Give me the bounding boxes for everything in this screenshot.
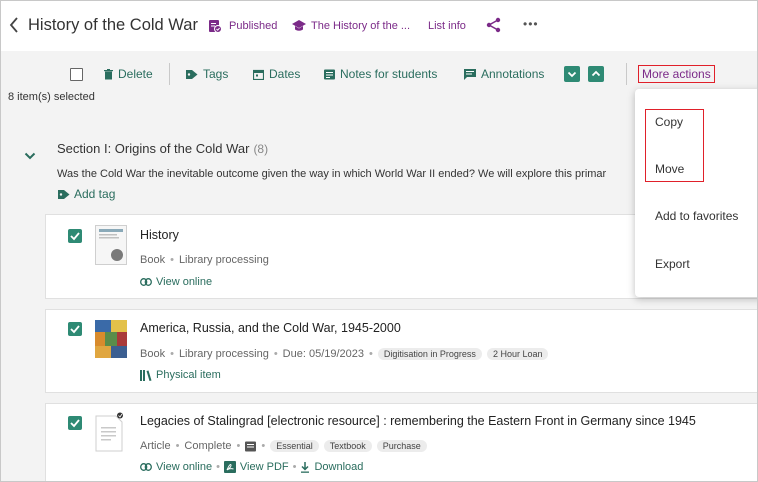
calendar-icon (253, 69, 264, 80)
tag-icon (58, 189, 70, 199)
download-label: Download (314, 461, 364, 473)
physical-item-link[interactable]: Physical item (140, 369, 221, 381)
collapse-all-button[interactable] (564, 66, 580, 82)
checkmark-icon (70, 232, 80, 241)
book-cover-thumbnail (95, 320, 127, 362)
item-checkbox[interactable] (68, 416, 82, 430)
item-meta: Book • Library processing • Due: 05/19/2023 •… (140, 348, 549, 360)
add-to-favorites-menu-item[interactable]: Add to favorites (655, 209, 738, 223)
annotations-button[interactable]: Annotations (464, 67, 544, 81)
delete-button[interactable]: Delete (104, 67, 153, 81)
status-chip: Digitisation in Progress (377, 348, 482, 360)
section-description: Was the Cold War the inevitable outcome … (57, 168, 607, 180)
physical-item-label: Physical item (156, 369, 221, 381)
expand-all-button[interactable] (588, 66, 604, 82)
graduation-cap-icon (291, 19, 307, 33)
select-all-checkbox[interactable] (70, 68, 83, 81)
annotation-icon (464, 68, 476, 80)
checkmark-icon (70, 419, 80, 428)
loan-chip: 2 Hour Loan (486, 348, 549, 360)
dates-label: Dates (269, 67, 301, 81)
trash-icon (104, 68, 113, 79)
view-online-label: View online (156, 276, 213, 288)
view-online-link[interactable]: View online (140, 276, 212, 288)
note-icon (245, 441, 257, 451)
tag-chip: Essential (270, 440, 319, 452)
view-online-link[interactable]: View online (140, 461, 212, 473)
item-meta: Book • Library processing (140, 254, 269, 266)
item-type: Article (140, 440, 171, 452)
item-status: Library processing (178, 348, 269, 360)
item-title[interactable]: Legacies of Stalingrad [electronic resou… (140, 414, 696, 428)
item-type: Book (140, 348, 166, 360)
header-bar: History of the Cold War Published The Hi… (1, 1, 757, 51)
published-status[interactable]: Published (229, 20, 277, 32)
list-item[interactable]: Legacies of Stalingrad [electronic resou… (45, 403, 757, 481)
course-link[interactable]: The History of the ... (311, 20, 410, 32)
download-icon (301, 462, 310, 473)
book-cover-thumbnail (95, 225, 127, 267)
more-options-icon[interactable]: ••• (523, 17, 539, 31)
link-icon (140, 463, 152, 471)
export-menu-item[interactable]: Export (655, 257, 690, 271)
item-type: Book (140, 254, 166, 266)
pdf-icon (223, 461, 236, 473)
tags-button[interactable]: Tags (186, 67, 228, 81)
back-chevron-icon[interactable] (8, 15, 22, 35)
dates-button[interactable]: Dates (253, 67, 300, 81)
chevron-down-icon (567, 71, 577, 78)
chevron-up-icon (591, 70, 601, 77)
item-status: Library processing (178, 254, 269, 266)
list-item[interactable]: America, Russia, and the Cold War, 1945-… (45, 309, 757, 393)
notes-label: Notes for students (340, 67, 438, 81)
more-actions-button[interactable]: More actions (638, 65, 715, 83)
section-count: (8) (253, 142, 269, 156)
item-checkbox[interactable] (68, 322, 82, 336)
list-title: History of the Cold War (28, 16, 198, 34)
tag-icon (186, 69, 198, 79)
download-link[interactable]: Download (300, 461, 363, 473)
tag-chip: Textbook (323, 440, 372, 452)
item-status: Complete (184, 440, 232, 452)
app-window: History of the Cold War Published The Hi… (0, 0, 758, 482)
add-tag-button[interactable]: Add tag (58, 187, 115, 201)
library-icon (140, 369, 152, 381)
selected-count: 8 item(s) selected (8, 91, 95, 103)
article-document-icon (95, 412, 127, 454)
delete-label: Delete (118, 67, 153, 81)
section-title-text: Section I: Origins of the Cold War (57, 141, 250, 156)
annotations-label: Annotations (481, 67, 545, 81)
toolbar-divider (169, 63, 170, 85)
view-pdf-label: View PDF (239, 461, 289, 473)
checkmark-icon (70, 325, 80, 334)
item-meta: Article • Complete • • Essential Textbook Purc… (140, 440, 427, 452)
tags-label: Tags (203, 67, 229, 81)
add-tag-label: Add tag (74, 187, 116, 201)
list-info-link[interactable]: List info (428, 20, 466, 32)
item-due-date: Due: 05/19/2023 (282, 348, 365, 360)
section-collapse-icon[interactable] (24, 147, 36, 160)
view-online-label: View online (156, 461, 213, 473)
copy-move-highlight (645, 109, 704, 182)
published-icon (208, 19, 222, 33)
share-icon[interactable] (486, 17, 502, 33)
notes-for-students-button[interactable]: Notes for students (324, 67, 437, 81)
item-checkbox[interactable] (68, 229, 82, 243)
view-pdf-link[interactable]: View PDF (223, 461, 289, 473)
toolbar-divider (626, 63, 627, 85)
tag-chip: Purchase (376, 440, 427, 452)
item-title[interactable]: History (140, 228, 179, 242)
item-title[interactable]: America, Russia, and the Cold War, 1945-… (140, 321, 401, 335)
item-links: View online • View PDF • Download (140, 461, 363, 473)
link-icon (140, 278, 152, 286)
note-icon (324, 69, 335, 79)
section-title: Section I: Origins of the Cold War (8) (57, 141, 268, 156)
